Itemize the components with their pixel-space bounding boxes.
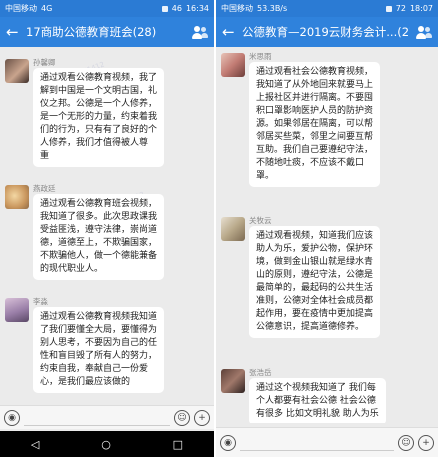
avatar[interactable] (5, 185, 29, 209)
message-text-line: 了我们要懂全大局，要懂得为 (40, 325, 158, 335)
message-text-line: 最简单的，最起码的公共生活 (256, 283, 374, 293)
network-label: 53.3B/s (257, 4, 288, 13)
message-bubble[interactable]: 通过观看视频，知道我们应该 助人为乐，爱护公物，保护环 境，做到金山银山就是绿水… (249, 226, 381, 338)
sender-name: 李淼 (33, 297, 48, 306)
message-text-line: 通过观看公德教育班会视频， (40, 199, 158, 209)
message-text-line: 我知道了从外地回来就要马上 (256, 80, 374, 90)
message-input[interactable] (240, 435, 394, 451)
message-text-line: 解到中国是一个文明古国，礼 (40, 86, 158, 96)
carrier-label: 中国移动 (221, 4, 253, 13)
message-text-line: 准则，公德对全体社会成员都 (256, 296, 374, 306)
voice-icon[interactable]: ◉ (4, 409, 20, 426)
message-input-bar: ◉ ☺ + (0, 405, 214, 429)
message-text-line: 公德意识，提高道德修养。 (256, 322, 365, 332)
emoji-icon[interactable]: ☺ (398, 434, 414, 451)
chat-title: 公德教育—2019云财务会计...(27) (242, 25, 410, 39)
sender-name: 关牧云 (249, 216, 272, 225)
chat-title: 17商助公德教育班会(28) (26, 25, 157, 39)
message-text-line: 积口罩影响医护人员的防护资 (256, 106, 374, 116)
group-members-icon[interactable] (416, 25, 432, 39)
plus-icon[interactable]: + (418, 434, 434, 451)
message-list: 孙馨卿 41412 燕政廷 41412 李淼 41412 孙馨卿 通过观看公德教… (0, 47, 214, 408)
message-text-line: 上报社区并进行隔离。不要囤 (256, 93, 374, 103)
sender-name: 张浩岳 (249, 368, 272, 377)
time-label: 18:07 (409, 4, 433, 13)
message-text-line: 德，道德至上，不欺骗国家， (40, 238, 158, 248)
message-input-bar: ◉ ☺ + (216, 427, 438, 457)
status-bar: 中国移动 4G 46 16:34 (0, 0, 214, 17)
signal-icon (161, 5, 168, 12)
message-text-line: 互助。我们自己要遵纪守法， (256, 145, 374, 155)
message-text-line: 通过观看社会公德教育视频， (256, 67, 374, 77)
message-text-line: 别人思考，不要因为自己的任 (40, 338, 158, 348)
signal-icon (385, 5, 392, 12)
emoji-icon[interactable]: ☺ (174, 409, 190, 426)
message-text-line: 仪之邦。公德是一个人修养， (40, 99, 158, 109)
back-arrow-icon[interactable]: ← (6, 24, 20, 40)
status-bar: 中国移动 53.3B/s 72 18:07 (216, 0, 438, 17)
message-input[interactable] (24, 410, 170, 426)
back-arrow-icon[interactable]: ← (222, 24, 236, 40)
battery-label: 72 (395, 4, 406, 13)
message-bubble[interactable]: 通过观看公德教育班会视频， 我知道了很多。此次思政课我 受益匪浅，遵守法律，崇尚… (33, 194, 165, 280)
message-text-line: 邻居买些菜，邻里之间要互帮 (256, 132, 374, 142)
chat-header: ← 17商助公德教育班会(28) (0, 17, 214, 47)
message-text-line: 通过观看视频，知道我们应该 (256, 231, 374, 241)
plus-icon[interactable]: + (194, 409, 210, 426)
message-text-line: 境，做到金山银山就是绿水青 (256, 257, 374, 267)
message-bubble[interactable]: 通过这个视频我知道了 我们每 个人都要有社会公德 社会公德 有很多 比如文明礼貌… (249, 378, 386, 423)
chat-header: ← 公德教育—2019云财务会计...(27) (216, 17, 438, 47)
message-bubble[interactable]: 通过观看公德教育视频，我了 解到中国是一个文明古国，礼 仪之邦。公德是一个人修养… (33, 68, 165, 167)
message-text-line: 起作用，要在疫情中更加提高 (256, 309, 374, 319)
nav-recent-icon[interactable]: □ (173, 438, 183, 451)
message-text-line: 人修养，我们才值得被人尊 (40, 138, 149, 148)
message-text-line: 们的行为，只有有了良好的个 (40, 125, 158, 135)
left-chat-screen: 中国移动 4G 46 16:34 ← 17商助公德教育班会(28) 孙馨卿 41… (0, 0, 214, 457)
carrier-label: 中国移动 (5, 4, 37, 13)
system-nav-bar: ◁ ○ □ (0, 431, 214, 457)
group-members-icon[interactable] (192, 25, 208, 39)
message-text-line: 通过观看公德教育视频我知道 (40, 312, 158, 322)
nav-back-icon[interactable]: ◁ (31, 438, 39, 451)
message-list: 米思雨 41412 关牧云 41412 米思雨 通过观看社会公德教育视频， 我知… (216, 47, 438, 423)
message-text-line: 性和盲目毁了所有人的努力， (40, 351, 158, 361)
sender-name: 孙馨卿 (33, 58, 56, 67)
message-text-line: 助人为乐，爱护公物，保护环 (256, 244, 374, 254)
avatar[interactable] (221, 369, 245, 393)
message-text-line: 有很多 比如文明礼貌 助人为乐 (256, 409, 379, 419)
message-text-line: 受益匪浅，遵守法律，崇尚道 (40, 225, 158, 235)
time-label: 16:34 (185, 4, 209, 13)
avatar[interactable] (5, 59, 29, 83)
message-text-line: 罩。 (256, 171, 275, 181)
avatar[interactable] (221, 217, 245, 241)
message-text-line: 约束自我，奉献自己一份爱 (40, 364, 149, 374)
nav-home-icon[interactable]: ○ (101, 438, 111, 451)
message-text-line: 是一个无形的力量，约束着我 (40, 112, 158, 122)
avatar[interactable] (5, 298, 29, 322)
message-bubble[interactable]: 通过观看社会公德教育视频， 我知道了从外地回来就要马上 上报社区并进行隔离。不要… (249, 62, 381, 187)
sender-name: 燕政廷 (33, 184, 56, 193)
message-text-line: 重 (40, 151, 50, 161)
message-text-line: 通过观看公德教育视频，我了 (40, 73, 158, 83)
network-label: 4G (41, 4, 53, 13)
battery-label: 46 (171, 4, 182, 13)
message-text-line: 不欺骗他人，做一个德能兼备 (40, 251, 158, 261)
sender-name: 米思雨 (249, 52, 272, 61)
message-text-line: 通过这个视频我知道了 我们每 (256, 383, 376, 393)
message-bubble[interactable]: 通过观看公德教育视频我知道 了我们要懂全大局，要懂得为 别人思考，不要因为自己的… (33, 307, 165, 393)
message-text-line: 山的原则，遵纪守法，公德是 (256, 270, 374, 280)
message-text-line: 源。如果邻居在隔离，可以帮 (256, 119, 374, 129)
message-text-line: 个人都要有社会公德 社会公德 (256, 396, 376, 406)
voice-icon[interactable]: ◉ (220, 434, 236, 451)
message-text-line: 的现代职业人。 (40, 264, 104, 274)
avatar[interactable] (221, 53, 245, 77)
right-chat-screen: 中国移动 53.3B/s 72 18:07 ← 公德教育—2019云财务会计..… (216, 0, 438, 457)
message-text-line: 我知道了很多。此次思政课我 (40, 212, 158, 222)
message-text-line: 不随地吐痰，不应该不戴口 (256, 158, 365, 168)
message-text-line: 心，是我们最应该做的 (40, 377, 131, 387)
